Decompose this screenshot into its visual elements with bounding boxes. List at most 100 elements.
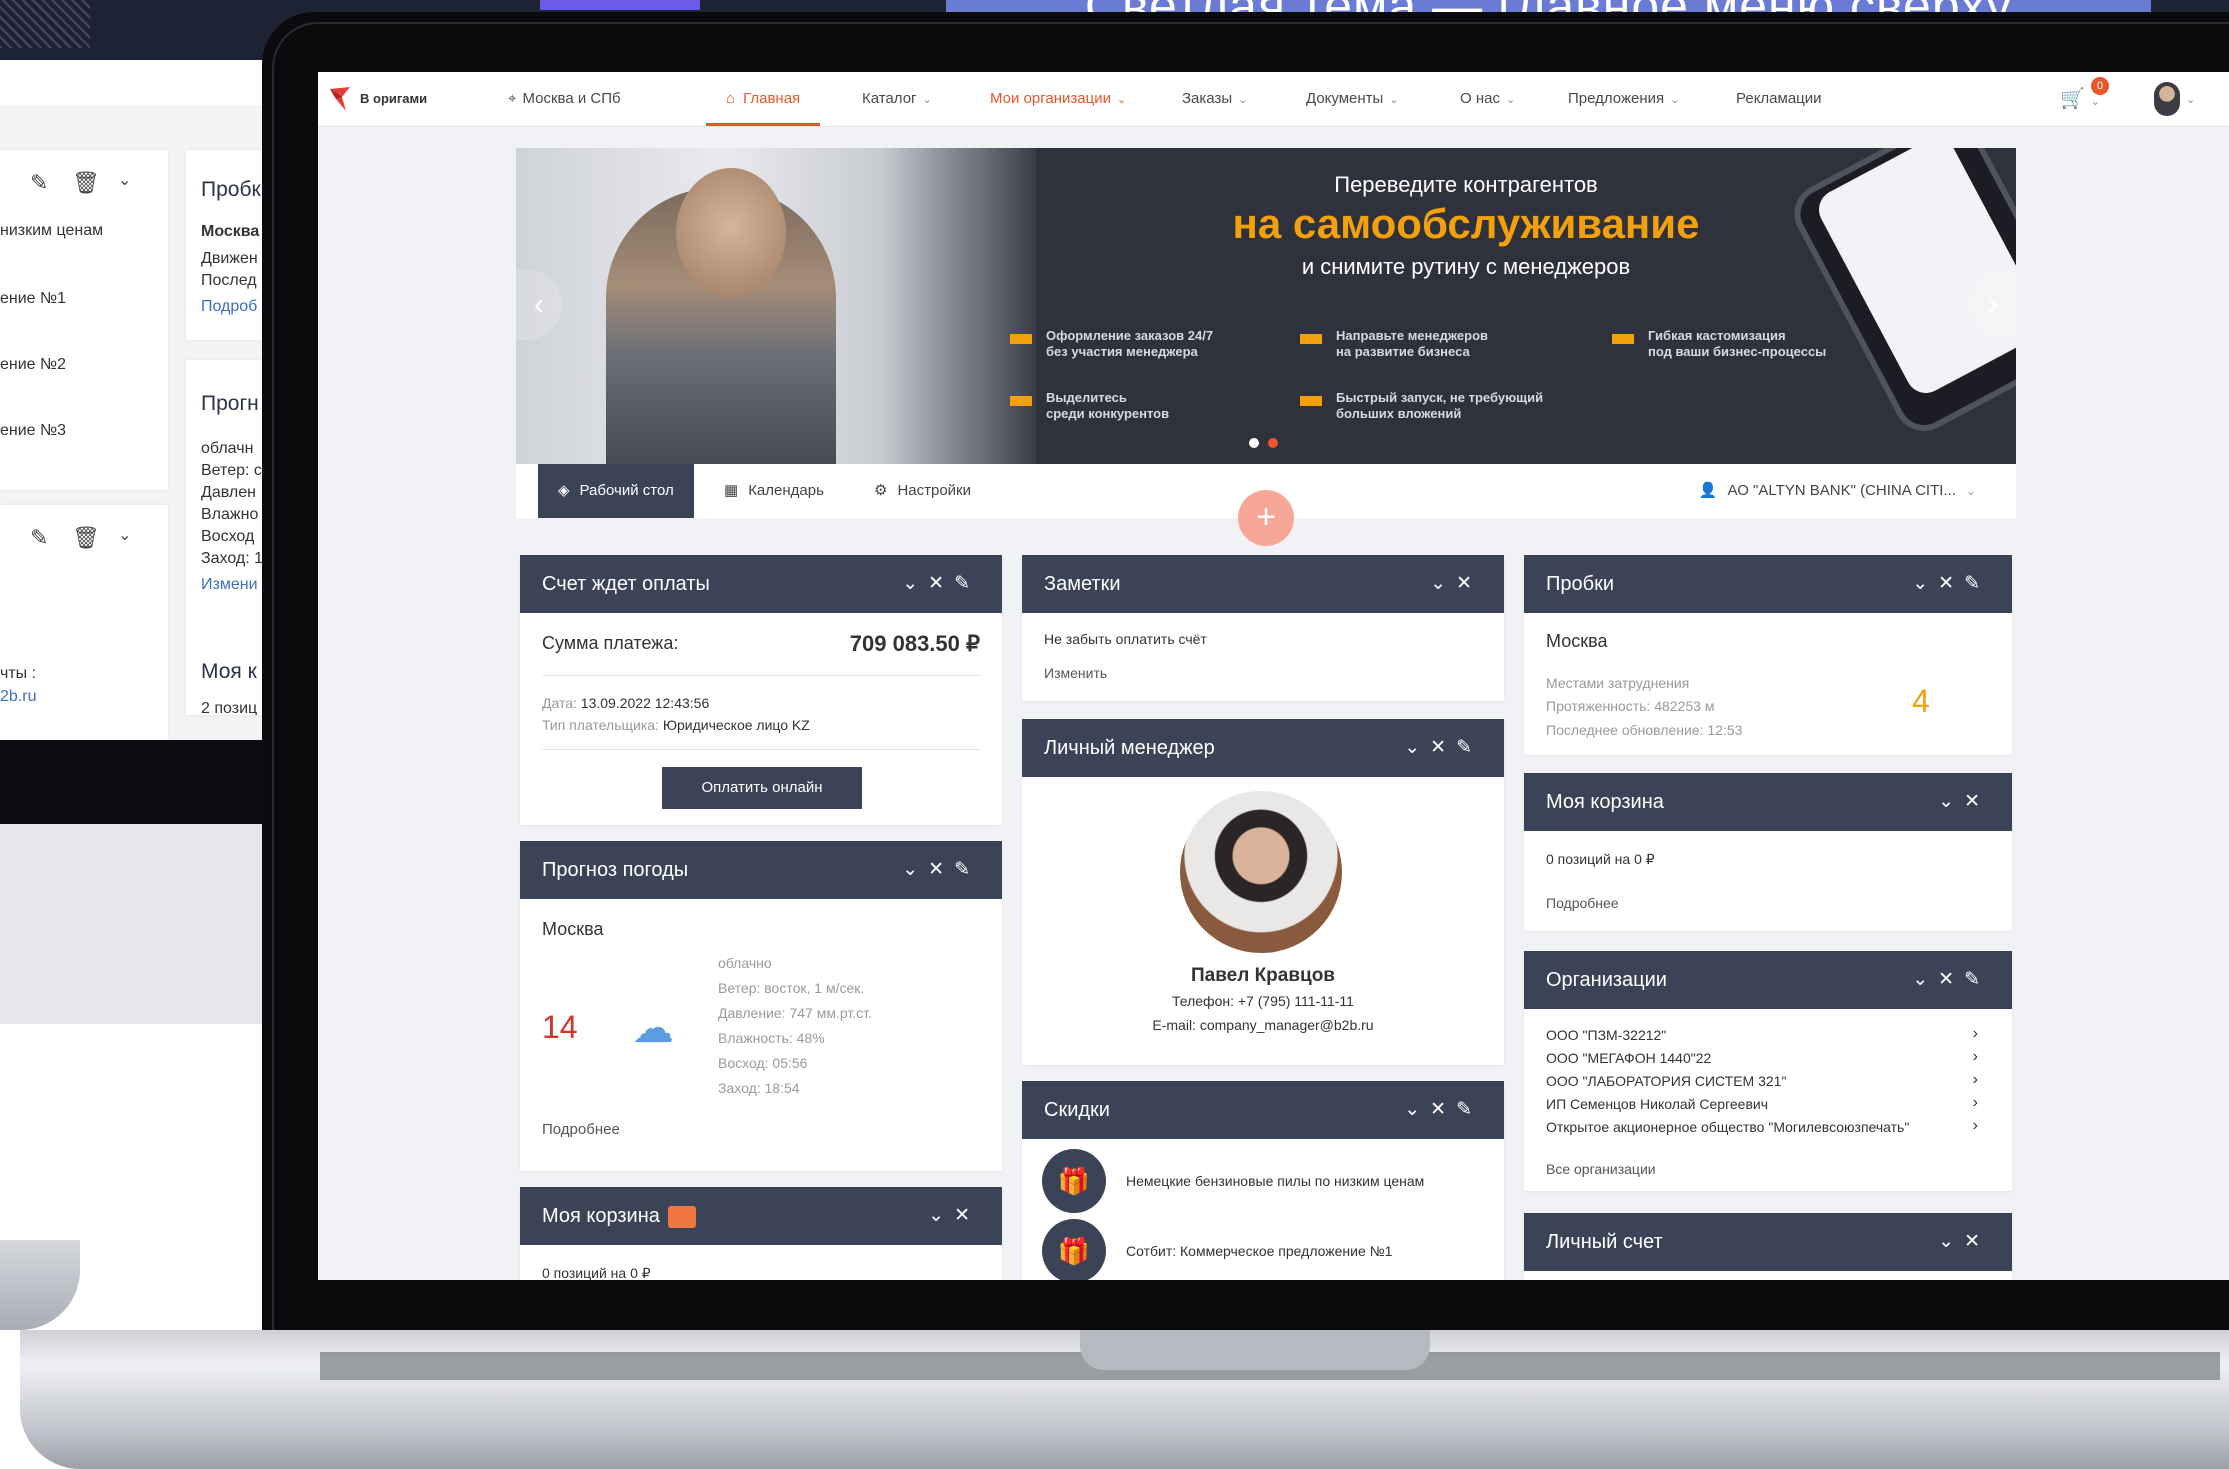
weather-more-link[interactable]: Подробнее: [542, 1121, 620, 1138]
close-icon[interactable]: ✕: [954, 1205, 980, 1226]
laptop-screen: В оригами ⌖ Москва и СПб ⌂ Главная Каталог…: [318, 72, 2229, 1280]
chevron-right-icon[interactable]: ›: [1973, 1094, 1978, 1112]
chevron-right-icon[interactable]: ›: [1973, 1025, 1978, 1043]
organization-item[interactable]: ООО "ЛАБОРАТОРИЯ СИСТЕМ 321": [1546, 1073, 1786, 1089]
tab-desktop[interactable]: ◈ Рабочий стол: [538, 464, 694, 518]
widget-controls: ⌄✕: [1430, 555, 1482, 613]
close-icon[interactable]: ✕: [1964, 791, 1990, 812]
carousel-dot-2[interactable]: [1268, 438, 1278, 448]
logo-bird-icon[interactable]: [328, 85, 352, 113]
discount-item[interactable]: Сотбит: Коммерческое предложение №1: [1126, 1243, 1392, 1259]
cart-more-link[interactable]: Подробнее: [1546, 895, 1619, 911]
chevron-down-icon[interactable]: ⌄: [1404, 737, 1430, 758]
chevron-down-icon: ⌄: [1116, 94, 1127, 106]
close-icon[interactable]: ✕: [928, 573, 954, 594]
divider: [542, 749, 980, 750]
organization-item[interactable]: Открытое акционерное общество "Могилевсо…: [1546, 1119, 1909, 1135]
logo-text[interactable]: В оригами: [360, 72, 427, 126]
widget-title: Счет ждет оплаты: [542, 573, 710, 595]
nav-item-label: Мои организации: [990, 90, 1111, 107]
feature-marker: [1010, 396, 1032, 406]
user-menu[interactable]: ⌄: [2154, 72, 2195, 126]
chevron-down-icon[interactable]: ⌄: [1430, 573, 1456, 594]
close-icon[interactable]: ✕: [1430, 1099, 1456, 1120]
widget-title: Личный счет: [1546, 1231, 1663, 1253]
organization-item[interactable]: ИП Семенцов Николай Сергеевич: [1546, 1096, 1768, 1112]
gift-icon: 🎁: [1042, 1219, 1106, 1280]
organization-selector[interactable]: 👤 АО "ALTYN BANK" (CHINA CITI... ⌄: [1699, 464, 1976, 518]
ghost-title: Прогн: [201, 392, 259, 415]
chevron-down-icon: ⌄: [922, 94, 932, 106]
nav-item-offers[interactable]: Предложения ⌄: [1568, 72, 1679, 126]
chevron-down-icon[interactable]: ⌄: [902, 573, 928, 594]
pencil-icon[interactable]: ✎: [1964, 573, 1990, 594]
tab-calendar[interactable]: ▦ Календарь: [724, 464, 824, 518]
organization-item[interactable]: ООО "МЕГАФОН 1440"22: [1546, 1050, 1711, 1066]
trash-icon: 🗑: [72, 525, 100, 550]
ghost-line: Влажно: [201, 506, 259, 523]
manager-email[interactable]: E-mail: company_manager@b2b.ru: [1022, 1017, 1504, 1033]
organizations-widget: Организации ⌄✕✎ ООО "ПЗМ-32212" › ООО "МЕГ…: [1524, 951, 2012, 1191]
nav-item-claims[interactable]: Рекламации: [1736, 72, 1822, 126]
carousel-dot-1[interactable]: [1249, 438, 1259, 448]
close-icon[interactable]: ✕: [1938, 969, 1964, 990]
pencil-icon[interactable]: ✎: [1456, 737, 1482, 758]
chevron-down-icon: ⌄: [1389, 94, 1399, 106]
nav-item-documents[interactable]: Документы ⌄: [1306, 72, 1399, 126]
tab-label: Настройки: [897, 482, 972, 499]
feature-marker: [1612, 334, 1634, 344]
chevron-right-icon[interactable]: ›: [1973, 1071, 1978, 1089]
traffic-widget: Пробки ⌄✕✎ Москва Местами затруднения Про…: [1524, 555, 2012, 755]
close-icon[interactable]: ✕: [1430, 737, 1456, 758]
nav-item-catalog[interactable]: Каталог ⌄: [862, 72, 932, 126]
pencil-icon[interactable]: ✎: [954, 573, 980, 594]
widget-controls: ⌄✕✎: [1912, 555, 1990, 613]
ghost-line: ение №3: [0, 422, 67, 439]
nav-item-my-organizations[interactable]: Мои организации ⌄: [990, 72, 1126, 126]
chevron-down-icon[interactable]: ⌄: [1938, 791, 1964, 812]
add-widget-button[interactable]: +: [1238, 490, 1294, 546]
calendar-icon: ▦: [724, 482, 739, 499]
widget-controls: ⌄✕✎: [1912, 951, 1990, 1009]
date-value: 13.09.2022 12:43:56: [580, 695, 710, 711]
pencil-icon[interactable]: ✎: [1456, 1099, 1482, 1120]
chevron-down-icon[interactable]: ⌄: [928, 1205, 954, 1226]
close-icon[interactable]: ✕: [1964, 1231, 1990, 1252]
close-icon[interactable]: ✕: [1938, 573, 1964, 594]
chevron-down-icon[interactable]: ⌄: [1938, 1231, 1964, 1252]
weather-detail: Ветер: восток, 1 м/сек.: [718, 980, 865, 996]
all-organizations-link[interactable]: Все организации: [1546, 1161, 1656, 1177]
pencil-icon[interactable]: ✎: [954, 859, 980, 880]
nav-item-label: О нас: [1460, 90, 1500, 107]
chevron-down-icon[interactable]: ⌄: [902, 859, 928, 880]
widget-title: Моя корзина: [542, 1205, 660, 1227]
widget-title: Прогноз погоды: [542, 859, 689, 881]
background-page: ✎ 🗑 ⌄ низким ценам ение №1 ение №2 ение …: [0, 105, 290, 740]
chevron-right-icon[interactable]: ›: [1973, 1048, 1978, 1066]
manager-phone[interactable]: Телефон: +7 (795) 111-11-11: [1022, 993, 1504, 1009]
chevron-down-icon[interactable]: ⌄: [1912, 573, 1938, 594]
close-icon[interactable]: ✕: [928, 859, 954, 880]
organization-item[interactable]: ООО "ПЗМ-32212": [1546, 1027, 1666, 1043]
cloud-icon: ☁: [632, 1004, 674, 1051]
hero-feature: Оформление заказов 24/7 без участия мене…: [1046, 328, 1214, 359]
nav-item-about[interactable]: О нас ⌄: [1460, 72, 1515, 126]
trash-icon: 🗑: [72, 170, 100, 195]
chevron-down-icon[interactable]: ⌄: [1404, 1099, 1430, 1120]
tab-label: Рабочий стол: [579, 482, 674, 499]
background-stripes: [0, 0, 90, 48]
chevron-down-icon[interactable]: ⌄: [1912, 969, 1938, 990]
pencil-icon[interactable]: ✎: [1964, 969, 1990, 990]
note-edit-link[interactable]: Изменить: [1044, 665, 1107, 681]
nav-item-home[interactable]: ⌂ Главная: [706, 72, 821, 126]
tab-settings[interactable]: ⚙ Настройки: [874, 464, 971, 518]
location-label: Москва и СПб: [522, 90, 621, 107]
nav-item-orders[interactable]: Заказы ⌄: [1182, 72, 1247, 126]
close-icon[interactable]: ✕: [1456, 573, 1482, 594]
hero-heading-3: и снимите рутину с менеджеров: [1301, 254, 1631, 279]
chevron-right-icon[interactable]: ›: [1973, 1117, 1978, 1135]
pay-online-button[interactable]: Оплатить онлайн: [662, 767, 862, 809]
location-selector[interactable]: ⌖ Москва и СПб: [508, 72, 621, 126]
discount-item[interactable]: Немецкие бензиновые пилы по низким ценам: [1126, 1173, 1424, 1189]
chevron-down-icon: ⌄: [1505, 94, 1516, 106]
